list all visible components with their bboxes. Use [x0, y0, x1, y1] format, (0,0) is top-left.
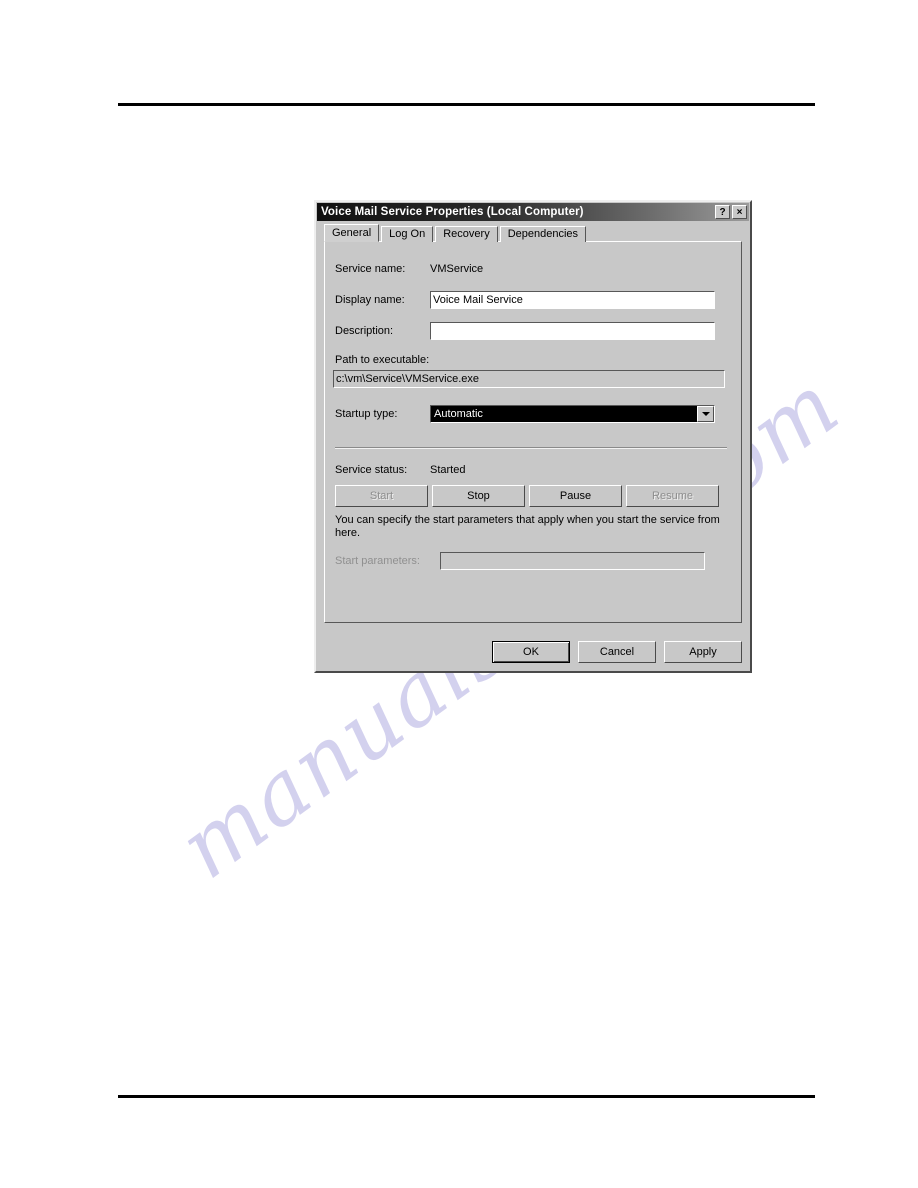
- start-parameters-row: Start parameters:: [335, 552, 705, 570]
- path-to-executable-input[interactable]: [333, 370, 725, 388]
- tab-log-on[interactable]: Log On: [381, 226, 434, 242]
- start-parameters-label: Start parameters:: [335, 555, 420, 567]
- tab-dependencies[interactable]: Dependencies: [499, 226, 587, 242]
- description-input[interactable]: [430, 322, 715, 340]
- service-status-row: Service status: Started: [335, 464, 465, 476]
- startup-type-label: Startup type:: [335, 408, 398, 420]
- startup-type-value: Automatic: [431, 406, 697, 422]
- startup-type-select[interactable]: Automatic: [430, 405, 715, 423]
- service-status-label: Service status:: [335, 464, 408, 476]
- start-parameters-input[interactable]: [440, 552, 705, 570]
- page-header-rule: [118, 103, 815, 106]
- service-name-label: Service name:: [335, 263, 406, 275]
- service-control-buttons: Start Stop Pause Resume: [335, 485, 719, 507]
- service-properties-dialog: Voice Mail Service Properties (Local Com…: [314, 200, 752, 673]
- start-button[interactable]: Start: [335, 485, 428, 507]
- section-divider: [335, 447, 727, 449]
- display-name-row: Display name:: [335, 291, 715, 309]
- cancel-button[interactable]: Cancel: [578, 641, 656, 663]
- close-icon[interactable]: ×: [732, 205, 747, 219]
- path-value-row: [333, 370, 725, 388]
- service-status-value: Started: [430, 464, 466, 476]
- path-to-executable-label: Path to executable:: [335, 354, 430, 366]
- page-footer-rule: [118, 1095, 815, 1098]
- description-label: Description:: [335, 325, 394, 337]
- startup-type-row: Startup type: Automatic: [335, 405, 715, 423]
- service-name-row: Service name: VMService: [335, 263, 483, 275]
- service-name-value: VMService: [430, 263, 484, 275]
- general-tab-panel: Service name: VMService Display name: De…: [324, 241, 742, 623]
- tab-general[interactable]: General: [324, 224, 380, 242]
- path-label-row: Path to executable:: [335, 354, 429, 366]
- help-icon[interactable]: ?: [715, 205, 730, 219]
- dialog-title: Voice Mail Service Properties (Local Com…: [321, 206, 584, 218]
- display-name-label: Display name:: [335, 294, 405, 306]
- titlebar-button-group: ? ×: [715, 205, 749, 219]
- start-parameters-help-text: You can specify the start parameters tha…: [335, 514, 720, 539]
- tab-strip: General Log On Recovery Dependencies: [324, 224, 750, 242]
- stop-button[interactable]: Stop: [432, 485, 525, 507]
- chevron-down-icon[interactable]: [697, 406, 714, 422]
- dialog-titlebar[interactable]: Voice Mail Service Properties (Local Com…: [317, 203, 749, 221]
- display-name-input[interactable]: [430, 291, 715, 309]
- tab-recovery[interactable]: Recovery: [435, 226, 498, 242]
- pause-button[interactable]: Pause: [529, 485, 622, 507]
- description-row: Description:: [335, 322, 715, 340]
- apply-button[interactable]: Apply: [664, 641, 742, 663]
- resume-button[interactable]: Resume: [626, 485, 719, 507]
- ok-button[interactable]: OK: [492, 641, 570, 663]
- dialog-footer-buttons: OK Cancel Apply: [324, 641, 742, 665]
